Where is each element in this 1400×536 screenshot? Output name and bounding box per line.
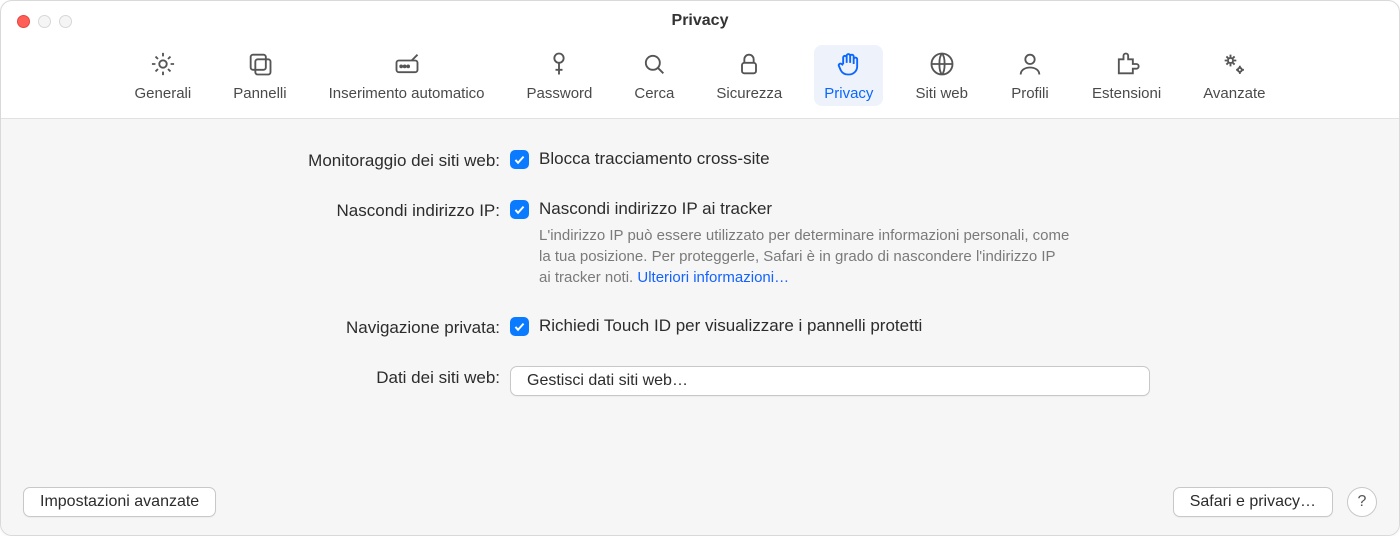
tab-label: Cerca	[634, 85, 674, 102]
globe-icon	[927, 49, 957, 79]
tab-label: Sicurezza	[716, 85, 782, 102]
content-pane: Monitoraggio dei siti web: Blocca tracci…	[1, 119, 1399, 535]
close-window-button[interactable]	[17, 15, 30, 28]
safari-privacy-button[interactable]: Safari e privacy…	[1173, 487, 1333, 517]
help-button[interactable]: ?	[1347, 487, 1377, 517]
hide-ip-more-link[interactable]: Ulteriori informazioni…	[637, 269, 789, 286]
tab-advanced[interactable]: Avanzate	[1193, 45, 1275, 106]
preferences-window: Privacy Generali Pannelli Inserimento au…	[0, 0, 1400, 536]
hand-icon	[834, 49, 864, 79]
tracking-label: Monitoraggio dei siti web:	[250, 149, 510, 171]
private-browsing-label: Navigazione privata:	[250, 316, 510, 338]
tab-profiles[interactable]: Profili	[1000, 45, 1060, 106]
tab-privacy[interactable]: Privacy	[814, 45, 883, 106]
tab-search[interactable]: Cerca	[624, 45, 684, 106]
tracking-checkbox-label: Blocca tracciamento cross-site	[539, 149, 770, 169]
hide-ip-checkbox[interactable]	[510, 200, 529, 219]
tab-extensions[interactable]: Estensioni	[1082, 45, 1171, 106]
lock-icon	[734, 49, 764, 79]
tab-security[interactable]: Sicurezza	[706, 45, 792, 106]
tab-autofill[interactable]: Inserimento automatico	[319, 45, 495, 106]
advanced-settings-button[interactable]: Impostazioni avanzate	[23, 487, 216, 517]
tab-label: Password	[527, 85, 593, 102]
gears-icon	[1219, 49, 1249, 79]
hide-ip-hint: L'indirizzo IP può essere utilizzato per…	[510, 225, 1070, 288]
tab-passwords[interactable]: Password	[517, 45, 603, 106]
window-title: Privacy	[672, 12, 729, 30]
tab-label: Avanzate	[1203, 85, 1265, 102]
hide-ip-hint-text: L'indirizzo IP può essere utilizzato per…	[539, 227, 1069, 286]
website-data-label: Dati dei siti web:	[250, 366, 510, 388]
footer: Impostazioni avanzate Safari e privacy… …	[1, 473, 1399, 535]
person-icon	[1015, 49, 1045, 79]
autofill-icon	[392, 49, 422, 79]
tab-label: Inserimento automatico	[329, 85, 485, 102]
window-controls	[17, 15, 72, 28]
tab-label: Siti web	[915, 85, 968, 102]
preferences-toolbar: Generali Pannelli Inserimento automatico…	[1, 41, 1399, 119]
tab-panels[interactable]: Pannelli	[223, 45, 296, 106]
private-browsing-checkbox-label: Richiedi Touch ID per visualizzare i pan…	[539, 316, 922, 336]
tracking-checkbox[interactable]	[510, 150, 529, 169]
gear-icon	[148, 49, 178, 79]
tab-label: Privacy	[824, 85, 873, 102]
tab-label: Pannelli	[233, 85, 286, 102]
tab-websites[interactable]: Siti web	[905, 45, 978, 106]
tab-label: Profili	[1011, 85, 1049, 102]
tab-label: Generali	[135, 85, 192, 102]
search-icon	[639, 49, 669, 79]
key-icon	[544, 49, 574, 79]
minimize-window-button[interactable]	[38, 15, 51, 28]
tab-label: Estensioni	[1092, 85, 1161, 102]
manage-website-data-button[interactable]: Gestisci dati siti web…	[510, 366, 1150, 396]
titlebar: Privacy	[1, 1, 1399, 41]
panels-icon	[245, 49, 275, 79]
hide-ip-label: Nascondi indirizzo IP:	[250, 199, 510, 221]
hide-ip-checkbox-label: Nascondi indirizzo IP ai tracker	[539, 199, 772, 219]
puzzle-icon	[1112, 49, 1142, 79]
private-browsing-checkbox[interactable]	[510, 317, 529, 336]
maximize-window-button[interactable]	[59, 15, 72, 28]
tab-general[interactable]: Generali	[125, 45, 202, 106]
